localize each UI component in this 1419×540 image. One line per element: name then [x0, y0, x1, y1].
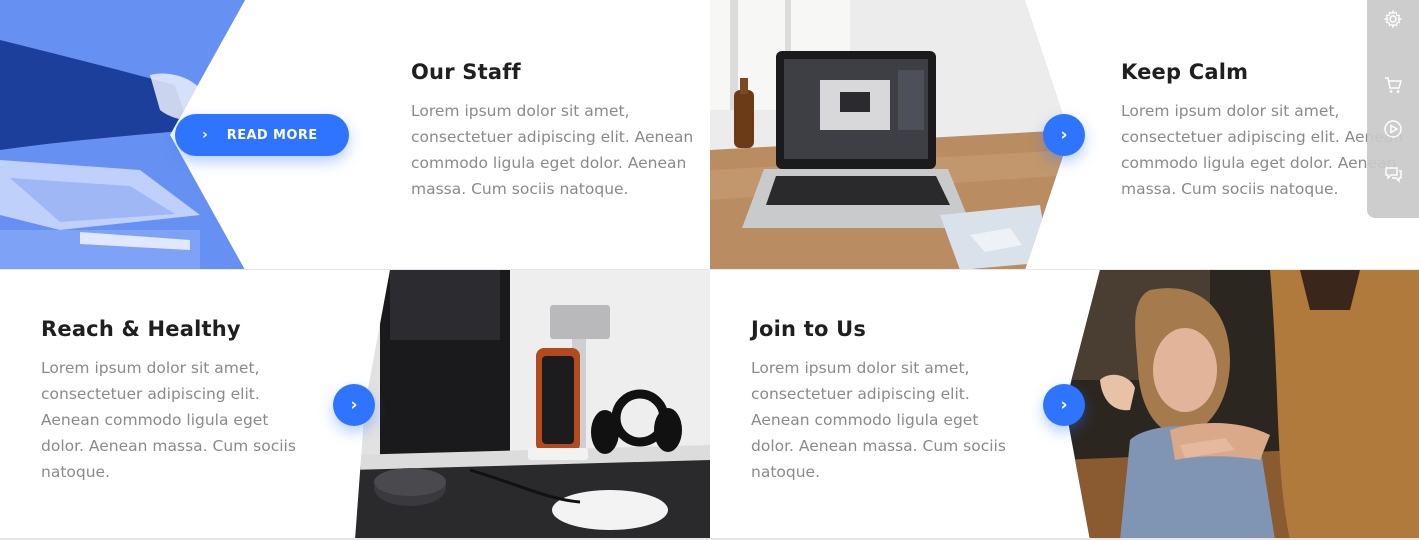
- card-reach-healthy: Reach & Healthy Lorem ipsum dolor sit am…: [0, 270, 710, 540]
- chevron-right-icon: ›: [1060, 124, 1068, 145]
- people-meeting-photo: [1060, 270, 1419, 540]
- card-title: Reach & Healthy: [41, 317, 241, 341]
- read-more-button[interactable]: › READ MORE: [175, 114, 349, 156]
- laptop-desk-photo: [710, 0, 1070, 270]
- desk-phone-headphones-photo: [350, 270, 710, 540]
- next-arrow-button[interactable]: ›: [333, 384, 375, 426]
- card-join-to-us: Join to Us Lorem ipsum dolor sit amet, c…: [710, 270, 1419, 540]
- next-arrow-button[interactable]: ›: [1043, 114, 1085, 156]
- card-description: Lorem ipsum dolor sit amet, consectetuer…: [751, 359, 1006, 481]
- chevron-right-icon: ›: [202, 127, 208, 143]
- card-title: Our Staff: [411, 60, 521, 84]
- card-description: Lorem ipsum dolor sit amet, consectetuer…: [41, 359, 296, 481]
- chat-button[interactable]: [1367, 155, 1419, 197]
- divider: [0, 269, 1419, 270]
- card-text: Join to Us Lorem ipsum dolor sit amet, c…: [751, 317, 1021, 485]
- next-arrow-button[interactable]: ›: [1043, 384, 1085, 426]
- chat-icon: [1383, 164, 1403, 188]
- card-title: Join to Us: [751, 317, 867, 341]
- read-more-label: READ MORE: [226, 127, 318, 143]
- card-description: Lorem ipsum dolor sit amet, consectetuer…: [411, 102, 694, 198]
- cart-button[interactable]: [1367, 66, 1419, 108]
- chevron-right-icon: ›: [350, 394, 358, 415]
- play-button[interactable]: [1367, 110, 1419, 152]
- chevron-right-icon: ›: [1060, 394, 1068, 415]
- card-keep-calm: › Keep Calm Lorem ipsum dolor sit amet, …: [710, 0, 1419, 270]
- card-our-staff: › READ MORE Our Staff Lorem ipsum dolor …: [0, 0, 710, 270]
- side-toolbar: [1367, 0, 1419, 218]
- gear-icon: [1383, 9, 1403, 33]
- card-text: Our Staff Lorem ipsum dolor sit amet, co…: [411, 60, 710, 202]
- settings-button[interactable]: [1367, 0, 1419, 42]
- cart-icon: [1383, 75, 1403, 99]
- play-icon: [1383, 119, 1403, 143]
- features-grid: › READ MORE Our Staff Lorem ipsum dolor …: [0, 0, 1419, 540]
- card-text: Reach & Healthy Lorem ipsum dolor sit am…: [41, 317, 311, 485]
